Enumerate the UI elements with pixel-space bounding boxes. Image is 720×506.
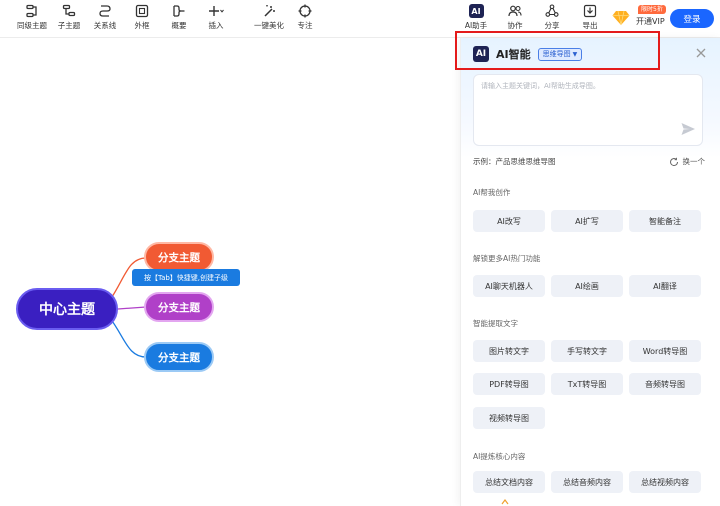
toolbar: 同级主题 子主题 关系线 外框 概要 插入 一键美化 专注 AI AI助手 协作	[0, 0, 720, 38]
toolbar-label: 概要	[171, 21, 187, 30]
chip-summarize-audio[interactable]: 总结音频内容	[551, 471, 623, 493]
ai-panel-header: AI AI智能 思维导图 ▼	[473, 44, 583, 64]
toolbar-label: 关系线	[93, 21, 117, 30]
mode-dropdown[interactable]: 思维导图 ▼	[537, 47, 583, 61]
chip-handwriting-to-text[interactable]: 手写转文字	[551, 340, 623, 362]
send-icon[interactable]	[680, 121, 696, 137]
frame-icon	[135, 4, 149, 18]
chip-summarize-document[interactable]: 总结文档内容	[473, 471, 545, 493]
toolbar-label: 子主题	[57, 21, 81, 30]
branch-topic-node[interactable]: 分支主题	[144, 292, 214, 322]
refresh-label: 换一个	[682, 157, 706, 166]
chip-ai-painting[interactable]: AI绘画	[551, 275, 623, 297]
example-row: 示例：产品思维思维导图 换一个	[473, 156, 705, 168]
vip-button[interactable]: 限时5折 开通VIP	[612, 4, 668, 34]
summary-button[interactable]: 概要	[169, 4, 189, 34]
chip-ai-translate[interactable]: AI翻译	[629, 275, 701, 297]
collaborate-button[interactable]: 协作	[506, 4, 524, 34]
chip-ai-rewrite[interactable]: AI改写	[473, 210, 545, 232]
branch-topic-node[interactable]: 分支主题	[144, 242, 214, 272]
focus-icon	[298, 4, 312, 18]
toolbar-label: 同级主题	[17, 21, 47, 30]
branch-topic-node[interactable]: 分支主题	[144, 342, 214, 372]
section-title: 解锁更多AI热门功能	[473, 254, 541, 263]
chip-audio-to-map[interactable]: 音频转导图	[629, 373, 701, 395]
scroll-indicator-icon	[501, 499, 509, 505]
child-topic-button[interactable]: 子主题	[56, 4, 82, 34]
tab-shortcut-tooltip: 按【Tab】快捷键,创建子级	[132, 269, 240, 286]
mode-dropdown-value: 思维导图	[542, 50, 571, 58]
ai-badge-icon: AI	[468, 4, 484, 18]
caret-down-icon: ▼	[572, 50, 578, 58]
share-icon	[545, 4, 559, 17]
child-topic-icon	[62, 4, 76, 17]
ai-assistant-panel: AI AI智能 思维导图 ▼ 示例：产品思维思维导图 换一个 AI帮我创作 AI…	[460, 38, 720, 506]
center-topic-node[interactable]: 中心主题	[16, 288, 118, 330]
toolbar-label: AI助手	[464, 21, 488, 30]
toolbar-label: 分享	[544, 21, 560, 30]
vip-discount-badge: 限时5折	[638, 5, 666, 14]
relation-line-button[interactable]: 关系线	[92, 4, 118, 34]
refresh-icon	[669, 157, 678, 166]
mindmap-canvas[interactable]: 中心主题 分支主题 分支主题 分支主题 按【Tab】快捷键,创建子级	[0, 38, 460, 506]
toolbar-label: 导出	[582, 21, 598, 30]
toolbar-label: 一键美化	[254, 21, 284, 30]
chip-image-to-text[interactable]: 图片转文字	[473, 340, 545, 362]
chip-word-to-map[interactable]: Word转导图	[629, 340, 701, 362]
chip-ai-chatbot[interactable]: AI聊天机器人	[473, 275, 545, 297]
example-text: 示例：产品思维思维导图	[473, 157, 556, 166]
chip-ai-expand[interactable]: AI扩写	[551, 210, 623, 232]
toolbar-label: 插入	[208, 21, 224, 30]
vip-label: 开通VIP	[636, 17, 665, 26]
refresh-example-button[interactable]: 换一个	[669, 156, 706, 167]
export-icon	[583, 4, 597, 18]
section-title: AI帮我创作	[473, 188, 511, 197]
chip-smart-note[interactable]: 智能备注	[629, 210, 701, 232]
magic-wand-icon	[264, 5, 275, 17]
sibling-topic-button[interactable]: 同级主题	[17, 4, 47, 34]
vip-diamond-icon	[612, 10, 630, 26]
share-button[interactable]: 分享	[543, 4, 561, 34]
chip-pdf-to-map[interactable]: PDF转导图	[473, 373, 545, 395]
toolbar-label: 外框	[134, 21, 150, 30]
chip-video-to-map[interactable]: 视频转导图	[473, 407, 545, 429]
ai-logo-icon: AI	[473, 46, 489, 62]
ai-panel-title: AI智能	[496, 48, 531, 61]
frame-button[interactable]: 外框	[132, 4, 152, 34]
prompt-box	[473, 74, 703, 146]
prompt-input[interactable]	[481, 81, 681, 131]
toolbar-label: 专注	[297, 21, 313, 30]
toolbar-label: 协作	[507, 21, 523, 30]
summary-icon	[173, 5, 185, 17]
section-title: AI提炼核心内容	[473, 452, 526, 461]
export-button[interactable]: 导出	[581, 4, 599, 34]
insert-button[interactable]: 插入	[204, 4, 228, 34]
focus-button[interactable]: 专注	[296, 4, 314, 34]
plus-icon	[209, 6, 224, 16]
section-title: 智能提取文字	[473, 319, 518, 328]
sibling-topic-icon	[26, 4, 37, 18]
close-icon[interactable]	[694, 46, 708, 60]
collaborate-icon	[508, 5, 522, 17]
ai-assistant-button[interactable]: AI AI助手	[464, 4, 488, 34]
chip-summarize-video[interactable]: 总结视频内容	[629, 471, 701, 493]
login-button[interactable]: 登录	[670, 9, 714, 28]
beautify-button[interactable]: 一键美化	[253, 4, 285, 34]
chip-txt-to-map[interactable]: TxT转导图	[551, 373, 623, 395]
relation-line-icon	[99, 5, 111, 17]
